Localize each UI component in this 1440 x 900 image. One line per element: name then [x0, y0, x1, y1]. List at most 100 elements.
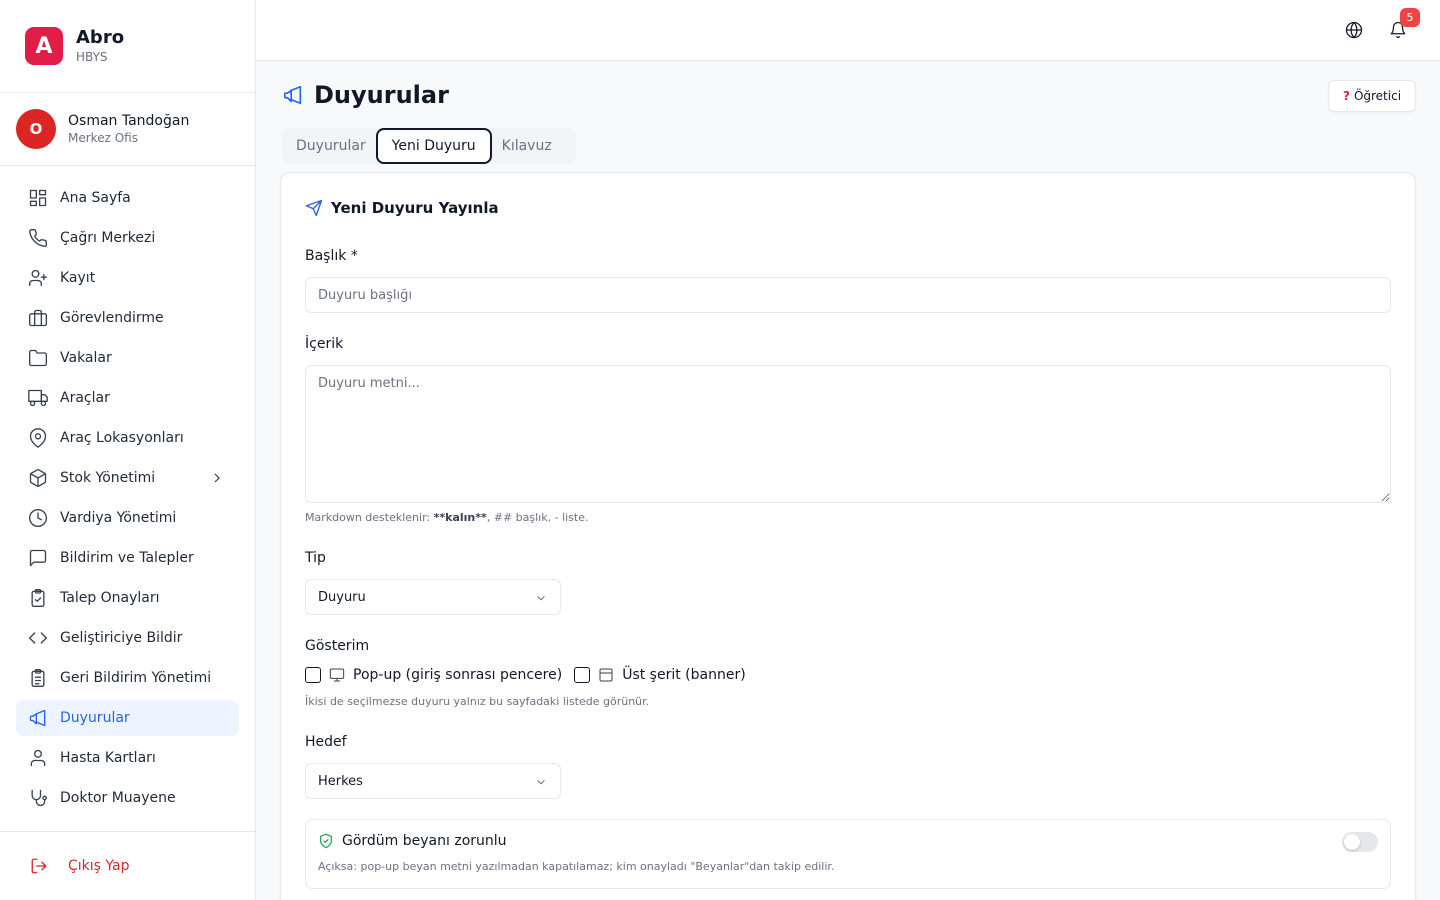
content-textarea[interactable]: [305, 365, 1391, 503]
popup-checkbox-label: Pop-up (giriş sonrası pencere): [353, 667, 563, 683]
sidebar-item-gelistiriciye-bildir[interactable]: Geliştiriciye Bildir: [16, 620, 239, 656]
avatar: O: [16, 109, 56, 149]
sidebar-item-label: Vakalar: [60, 350, 112, 366]
markdown-hint-prefix: Markdown desteklenir:: [305, 511, 434, 524]
sidebar-item-hasta-kartlari[interactable]: Hasta Kartları: [16, 740, 239, 776]
folder-icon: [28, 348, 48, 368]
markdown-hint: Markdown desteklenir: **kalın**, ## başl…: [305, 511, 589, 524]
brand: A Abro HBYS: [0, 0, 255, 93]
page-title: Duyurular: [282, 81, 449, 109]
sidebar-item-label: Araçlar: [60, 390, 110, 406]
sidebar-item-gorevlendirme[interactable]: Görevlendirme: [16, 300, 239, 336]
sidebar-item-araclar[interactable]: Araçlar: [16, 380, 239, 416]
user-plus-icon: [28, 268, 48, 288]
megaphone-icon: [28, 708, 48, 728]
title-input[interactable]: [305, 277, 1391, 313]
target-select[interactable]: Herkes: [305, 763, 561, 799]
code-icon: [28, 628, 48, 648]
sidebar-item-label: Doktor Muayene: [60, 790, 176, 806]
sidebar-item-label: Araç Lokasyonları: [60, 430, 184, 446]
user-name: Osman Tandoğan: [68, 113, 190, 129]
banner-checkbox[interactable]: [574, 667, 591, 683]
monitor-icon: [329, 667, 345, 683]
map-pin-icon: [28, 428, 48, 448]
markdown-hint-suffix: , ## başlık, - liste.: [486, 511, 589, 524]
chevron-right-icon[interactable]: [209, 470, 225, 486]
sidebar-item-arac-lokasyonlari[interactable]: Araç Lokasyonları: [16, 420, 239, 456]
sidebar-item-vakalar[interactable]: Vakalar: [16, 340, 239, 376]
tutorial-button[interactable]: ? Öğretici: [1328, 80, 1416, 112]
sidebar-item-geri-bildirim-yonetimi[interactable]: Geri Bildirim Yönetimi: [16, 660, 239, 696]
logout-icon: [31, 858, 47, 874]
main-content: Duyurular ? Öğretici Duyurular Yeni Duyu…: [256, 61, 1440, 900]
confirm-required-desc: Açıksa: pop-up beyan metni yazılmadan ka…: [318, 860, 835, 873]
user-card[interactable]: O Osman Tandoğan Merkez Ofis: [0, 93, 255, 166]
truck-icon: [28, 388, 48, 408]
message-square-icon: [28, 548, 48, 568]
target-label: Hedef: [305, 734, 347, 750]
briefcase-icon: [28, 308, 48, 328]
banner-checkbox-label: Üst şerit (banner): [622, 667, 746, 683]
sidebar-item-label: Ana Sayfa: [60, 190, 131, 206]
sidebar-item-ana-sayfa[interactable]: Ana Sayfa: [16, 180, 239, 216]
new-announcement-form: Yeni Duyuru Yayınla Başlık * İçerik Mark…: [280, 172, 1416, 900]
tab-yeni-duyuru[interactable]: Yeni Duyuru: [375, 128, 492, 164]
notification-badge: 5: [1400, 8, 1420, 27]
type-select-value: Duyuru: [318, 589, 366, 605]
sidebar-item-stok-yonetimi[interactable]: Stok Yönetimi: [16, 460, 239, 496]
topbar: 5: [256, 0, 1440, 61]
sidebar-item-label: Geliştiriciye Bildir: [60, 630, 183, 646]
sidebar-item-label: Duyurular: [60, 710, 130, 726]
sidebar-item-talep-onaylari[interactable]: Talep Onayları: [16, 580, 239, 616]
tab-kilavuz[interactable]: Kılavuz: [492, 128, 562, 164]
shield-check-icon: [320, 833, 332, 849]
confirm-required-panel: Gördüm beyanı zorunlu Açıksa: pop-up bey…: [305, 819, 1391, 889]
globe-icon[interactable]: [1343, 19, 1365, 41]
user-office: Merkez Ofis: [68, 131, 138, 145]
question-icon: ?: [1342, 89, 1350, 103]
stethoscope-icon: [28, 788, 48, 808]
clock-icon: [28, 508, 48, 528]
sidebar-item-doktor-muayene[interactable]: Doktor Muayene: [16, 780, 239, 816]
sidebar-item-label: Görevlendirme: [60, 310, 164, 326]
sidebar-item-kayit[interactable]: Kayıt: [16, 260, 239, 296]
sidebar-item-label: Bildirim ve Talepler: [60, 550, 194, 566]
logout-button[interactable]: Çıkış Yap: [0, 831, 255, 900]
confirm-required-toggle[interactable]: [1342, 832, 1378, 852]
sidebar-item-bildirim-ve-talepler[interactable]: Bildirim ve Talepler: [16, 540, 239, 576]
megaphone-icon: [283, 85, 302, 105]
sidebar-item-label: Çağrı Merkezi: [60, 230, 156, 246]
brand-name: Abro: [76, 27, 125, 48]
form-heading-text: Yeni Duyuru Yayınla: [331, 199, 499, 217]
brand-logo: A: [25, 27, 63, 65]
tab-duyurular[interactable]: Duyurular: [296, 128, 376, 164]
send-icon: [305, 199, 323, 217]
sidebar-item-label: Talep Onayları: [60, 590, 160, 606]
sidebar-item-label: Hasta Kartları: [60, 750, 156, 766]
tutorial-label: Öğretici: [1353, 89, 1402, 103]
sidebar-item-label: Kayıt: [60, 270, 96, 286]
sidebar-nav: Ana Sayfa Çağrı Merkezi Kayıt Görevlendi…: [0, 166, 255, 816]
sidebar-item-label: Geri Bildirim Yönetimi: [60, 670, 212, 686]
logout-label: Çıkış Yap: [68, 858, 130, 874]
popup-checkbox[interactable]: [305, 667, 321, 683]
type-select[interactable]: Duyuru: [305, 579, 561, 615]
sidebar-item-duyurular[interactable]: Duyurular: [16, 700, 239, 736]
package-icon: [28, 468, 48, 488]
sidebar-item-cagri-merkezi[interactable]: Çağrı Merkezi: [16, 220, 239, 256]
sidebar-item-label: Vardiya Yönetimi: [60, 510, 177, 526]
display-hint: İkisi de seçilmezse duyuru yalnız bu say…: [305, 695, 650, 708]
form-heading: Yeni Duyuru Yayınla: [305, 199, 499, 217]
page-title-text: Duyurular: [314, 81, 449, 109]
clipboard-list-icon: [28, 668, 48, 688]
sidebar-item-vardiya-yonetimi[interactable]: Vardiya Yönetimi: [16, 500, 239, 536]
display-label: Gösterim: [305, 638, 370, 654]
sidebar-item-label: Stok Yönetimi: [60, 470, 156, 486]
tab-bar: Duyurular Yeni Duyuru Kılavuz: [282, 128, 576, 164]
chevron-down-icon: [537, 779, 545, 785]
type-label: Tip: [305, 550, 326, 566]
target-select-value: Herkes: [318, 773, 363, 789]
confirm-required-title: Gördüm beyanı zorunlu: [342, 833, 507, 849]
clipboard-check-icon: [28, 588, 48, 608]
dashboard-icon: [28, 188, 48, 208]
